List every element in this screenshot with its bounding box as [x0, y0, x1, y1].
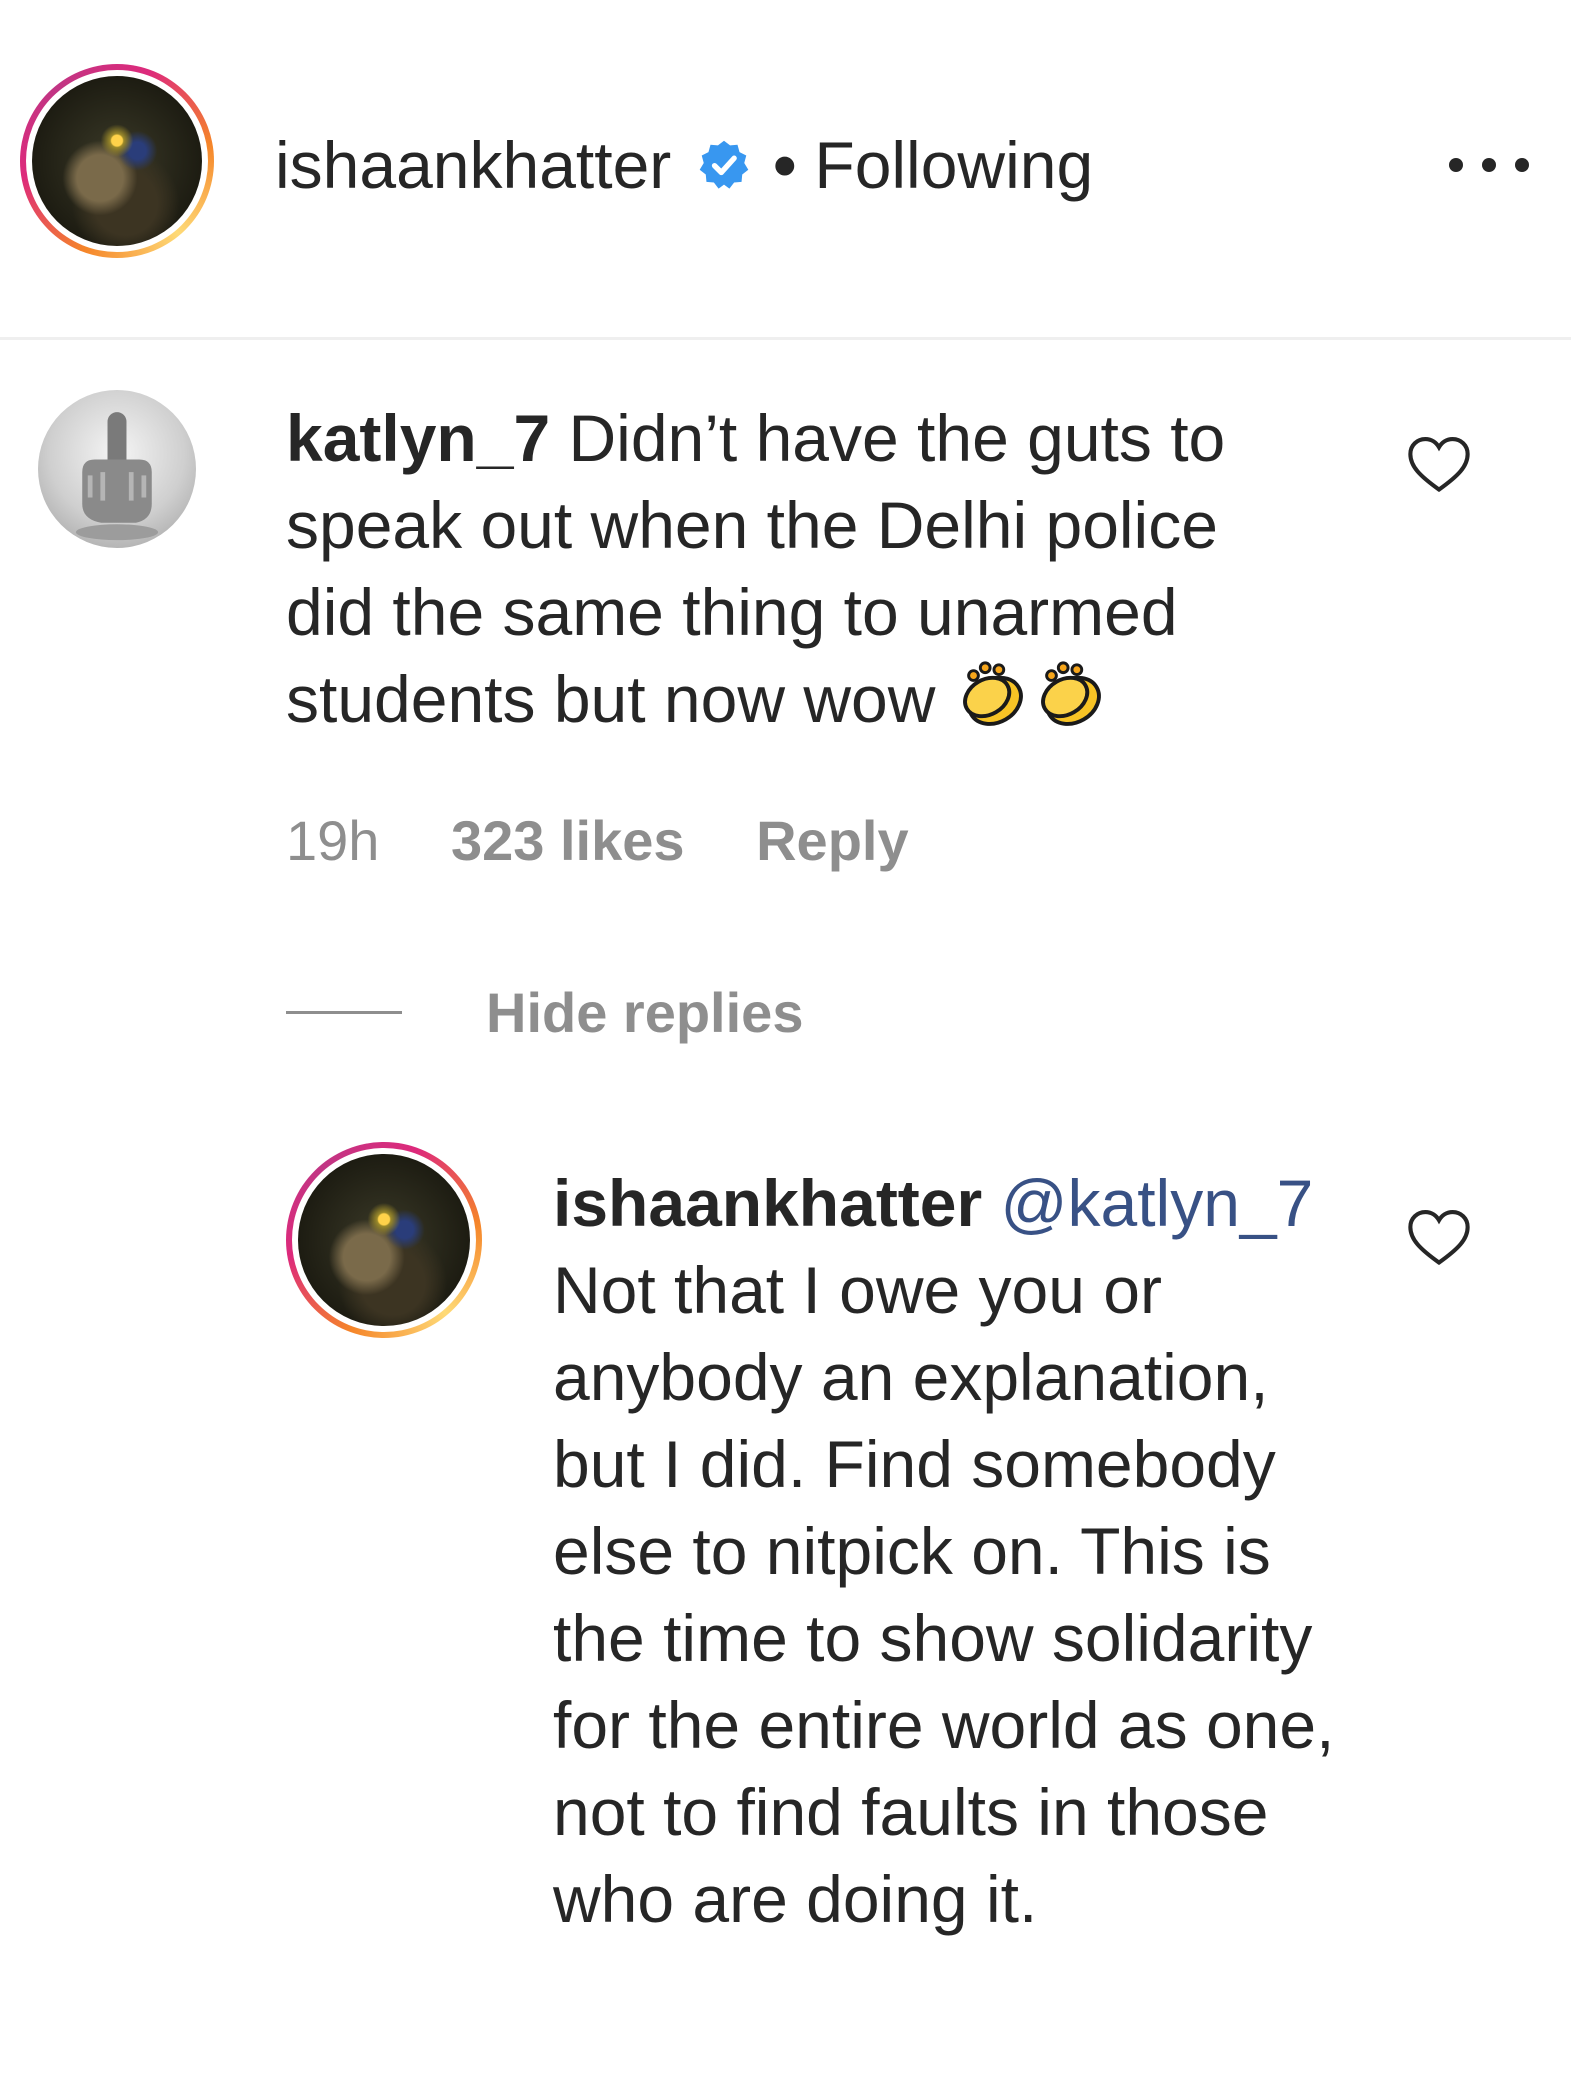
- reply-username[interactable]: ishaankhatter: [553, 1166, 982, 1240]
- avatar-photo: [298, 1154, 470, 1326]
- comment-time[interactable]: 19h: [286, 809, 379, 872]
- header-avatar[interactable]: [20, 64, 214, 258]
- comment-text: katlyn_7 Didn’t have the guts to speak o…: [286, 395, 1306, 743]
- reply-content: Not that I owe you or anybody an explana…: [553, 1253, 1335, 1936]
- header-user-line: ishaankhatter • Following: [275, 125, 1093, 205]
- verified-badge-icon: [699, 140, 749, 189]
- reply-mention-link[interactable]: @katlyn_7: [1001, 1166, 1314, 1240]
- hand-gesture-icon: [75, 412, 159, 541]
- clapping-hands-icon: [962, 661, 1023, 726]
- comment-likes[interactable]: 323 likes: [451, 809, 685, 872]
- avatar-photo: [32, 76, 202, 246]
- comment-username[interactable]: katlyn_7: [286, 401, 550, 475]
- divider-line: [286, 1011, 402, 1014]
- post-header: ishaankhatter • Following: [0, 0, 1571, 340]
- following-button[interactable]: Following: [814, 125, 1093, 205]
- reply-text: ishaankhatter @katlyn_7 Not that I owe y…: [553, 1160, 1373, 1943]
- hide-replies-label: Hide replies: [486, 981, 804, 1044]
- clapping-hands-icon: [1040, 661, 1101, 726]
- like-heart-icon[interactable]: [1406, 1208, 1472, 1268]
- reply-avatar[interactable]: [286, 1142, 482, 1338]
- reply-button[interactable]: Reply: [756, 809, 909, 872]
- like-heart-icon[interactable]: [1406, 435, 1472, 495]
- hide-replies-button[interactable]: Hide replies: [286, 980, 803, 1045]
- header-username[interactable]: ishaankhatter: [275, 125, 671, 205]
- more-options-icon[interactable]: [1449, 150, 1529, 180]
- commenter-avatar[interactable]: [38, 390, 196, 548]
- separator-dot: •: [773, 128, 797, 202]
- comment-meta: 19h 323 likes Reply: [286, 808, 965, 873]
